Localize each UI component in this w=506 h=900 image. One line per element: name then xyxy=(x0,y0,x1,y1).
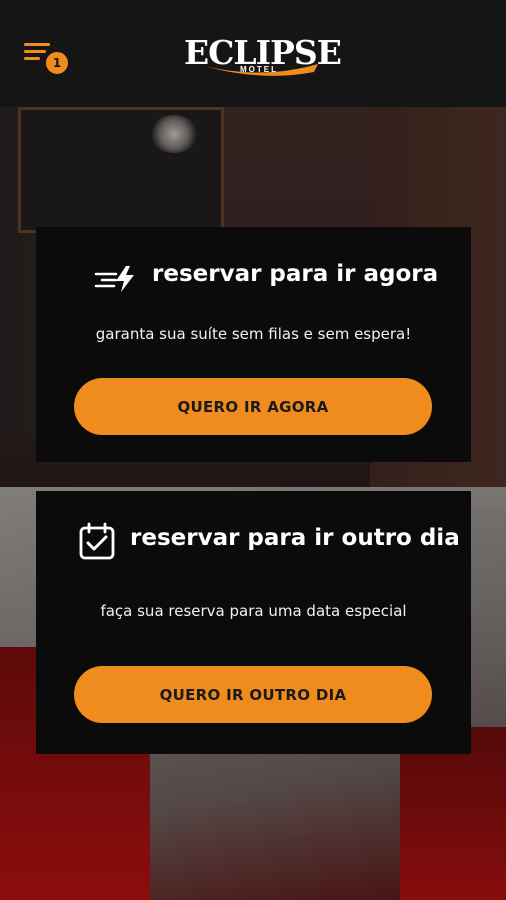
menu-button[interactable]: 1 xyxy=(24,40,70,76)
app-header: 1 ECLIPSE MOTEL xyxy=(0,0,506,107)
reserve-now-button[interactable]: QUERO IR AGORA xyxy=(74,378,432,435)
reserve-now-card: reservar para ir agora garanta sua suíte… xyxy=(36,227,471,462)
logo-tagline: MOTEL xyxy=(240,65,278,74)
reserve-now-title: reservar para ir agora xyxy=(152,261,439,287)
reserve-now-subtitle: garanta sua suíte sem filas e sem espera… xyxy=(95,325,412,343)
reserve-other-day-title: reservar para ir outro dia xyxy=(130,525,460,551)
reserve-other-day-card: reservar para ir outro dia faça sua rese… xyxy=(36,491,471,754)
calendar-check-icon xyxy=(79,522,115,560)
lightning-bolt-icon xyxy=(94,266,134,292)
eclipse-motel-logo: ECLIPSE MOTEL xyxy=(184,34,342,80)
notification-badge: 1 xyxy=(44,50,70,76)
reserve-other-day-button[interactable]: QUERO IR OUTRO DIA xyxy=(74,666,432,723)
reserve-other-day-subtitle: faça sua reserva para uma data especial xyxy=(100,602,407,620)
